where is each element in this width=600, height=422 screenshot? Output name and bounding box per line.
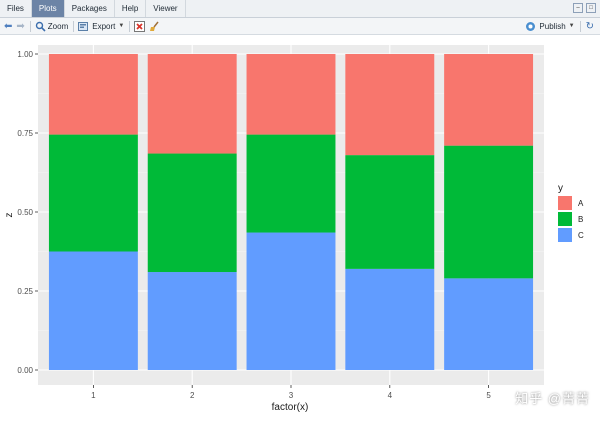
legend: y ABC <box>558 183 584 242</box>
tab-files-label: Files <box>7 4 24 13</box>
tab-files[interactable]: Files <box>0 0 32 17</box>
y-tick-label: 0.50 <box>17 208 33 217</box>
tab-plots[interactable]: Plots <box>31 0 65 17</box>
broom-icon <box>150 21 159 31</box>
clear-all-button[interactable] <box>149 19 160 33</box>
x-axis: 1 2 3 4 5 <box>91 385 491 400</box>
publish-icon <box>526 21 536 31</box>
bar-C-4 <box>345 268 435 370</box>
publish-label: Publish <box>539 21 566 31</box>
tab-viewer-label: Viewer <box>153 4 178 13</box>
refresh-icon[interactable]: ↻ <box>586 21 594 32</box>
legend-key-A <box>558 196 572 210</box>
y-tick-label: 0.25 <box>17 287 33 296</box>
legend-key-C <box>558 228 572 242</box>
legend-title: y <box>558 183 563 194</box>
back-arrow-icon[interactable]: ⬅ <box>4 21 12 32</box>
y-tick-label: 1.00 <box>17 50 33 59</box>
forward-arrow-icon[interactable]: ➡ <box>16 21 24 32</box>
y-axis-title: z <box>4 213 15 218</box>
stacked-bar-chart: 0.00 0.25 0.50 0.75 1.00 1 2 3 4 5 factor(x) z y… <box>4 45 584 413</box>
toolbar-divider <box>129 20 131 32</box>
magnifier-icon <box>35 21 46 32</box>
y-axis: 0.00 0.25 0.50 0.75 1.00 <box>17 50 38 375</box>
legend-label-A: A <box>578 199 584 208</box>
x-tick-label: 3 <box>289 391 294 400</box>
bar-B-2 <box>147 153 237 273</box>
bar-A-1 <box>48 54 138 135</box>
bar-C-5 <box>444 278 534 370</box>
dropdown-caret-icon: ▼ <box>568 23 575 29</box>
toolbar-divider <box>29 20 31 32</box>
toolbar-divider <box>73 20 75 32</box>
zoom-label: Zoom <box>47 21 69 31</box>
bar-B-3 <box>246 134 336 233</box>
remove-plot-button[interactable] <box>134 19 146 33</box>
tab-plots-label: Plots <box>38 4 57 13</box>
pane-tab-bar: Files Plots Packages Help Viewer – □ <box>0 0 600 18</box>
bar-A-5 <box>444 54 534 146</box>
bars <box>48 54 534 370</box>
maximize-icon[interactable]: □ <box>586 3 596 13</box>
export-icon <box>78 21 89 31</box>
bar-C-3 <box>246 232 336 370</box>
tab-help-label: Help <box>121 4 139 13</box>
export-button[interactable]: Export ▼ <box>78 19 124 33</box>
bar-B-5 <box>444 145 534 279</box>
y-tick-label: 0.00 <box>17 366 33 375</box>
legend-label-C: C <box>578 231 584 240</box>
publish-button[interactable]: Publish ▼ <box>525 19 575 33</box>
tab-help[interactable]: Help <box>115 0 147 17</box>
y-tick-label: 0.75 <box>17 129 33 138</box>
tab-packages[interactable]: Packages <box>65 0 115 17</box>
x-tick-label: 5 <box>486 391 491 400</box>
bar-A-3 <box>246 54 336 135</box>
export-label: Export <box>92 21 116 31</box>
window-controls: – □ <box>573 3 596 13</box>
plot-viewer: 0.00 0.25 0.50 0.75 1.00 1 2 3 4 5 factor(x) z y… <box>0 35 600 417</box>
bar-A-2 <box>147 54 237 154</box>
toolbar-divider <box>579 20 581 32</box>
toolbar-right: Publish ▼ ↻ <box>521 19 594 33</box>
bar-C-2 <box>147 272 237 370</box>
bar-A-4 <box>345 54 435 156</box>
tab-viewer[interactable]: Viewer <box>146 0 186 17</box>
zoom-button[interactable]: Zoom <box>35 19 68 33</box>
dropdown-caret-icon: ▼ <box>118 23 125 29</box>
x-tick-label: 2 <box>190 391 195 400</box>
bar-B-1 <box>48 134 138 252</box>
minimize-icon[interactable]: – <box>573 3 583 13</box>
remove-plot-icon <box>134 20 146 32</box>
legend-label-B: B <box>578 215 583 224</box>
x-axis-title: factor(x) <box>272 402 309 413</box>
x-tick-label: 4 <box>388 391 393 400</box>
legend-key-B <box>558 212 572 226</box>
bar-B-4 <box>345 155 435 269</box>
watermark: 知乎 @菁菁 <box>515 391 590 406</box>
plots-toolbar: ⬅ ➡ Zoom Export ▼ Publish ▼ ↻ <box>0 18 600 35</box>
tab-packages-label: Packages <box>71 4 107 13</box>
bar-C-1 <box>48 251 138 370</box>
x-tick-label: 1 <box>91 391 96 400</box>
